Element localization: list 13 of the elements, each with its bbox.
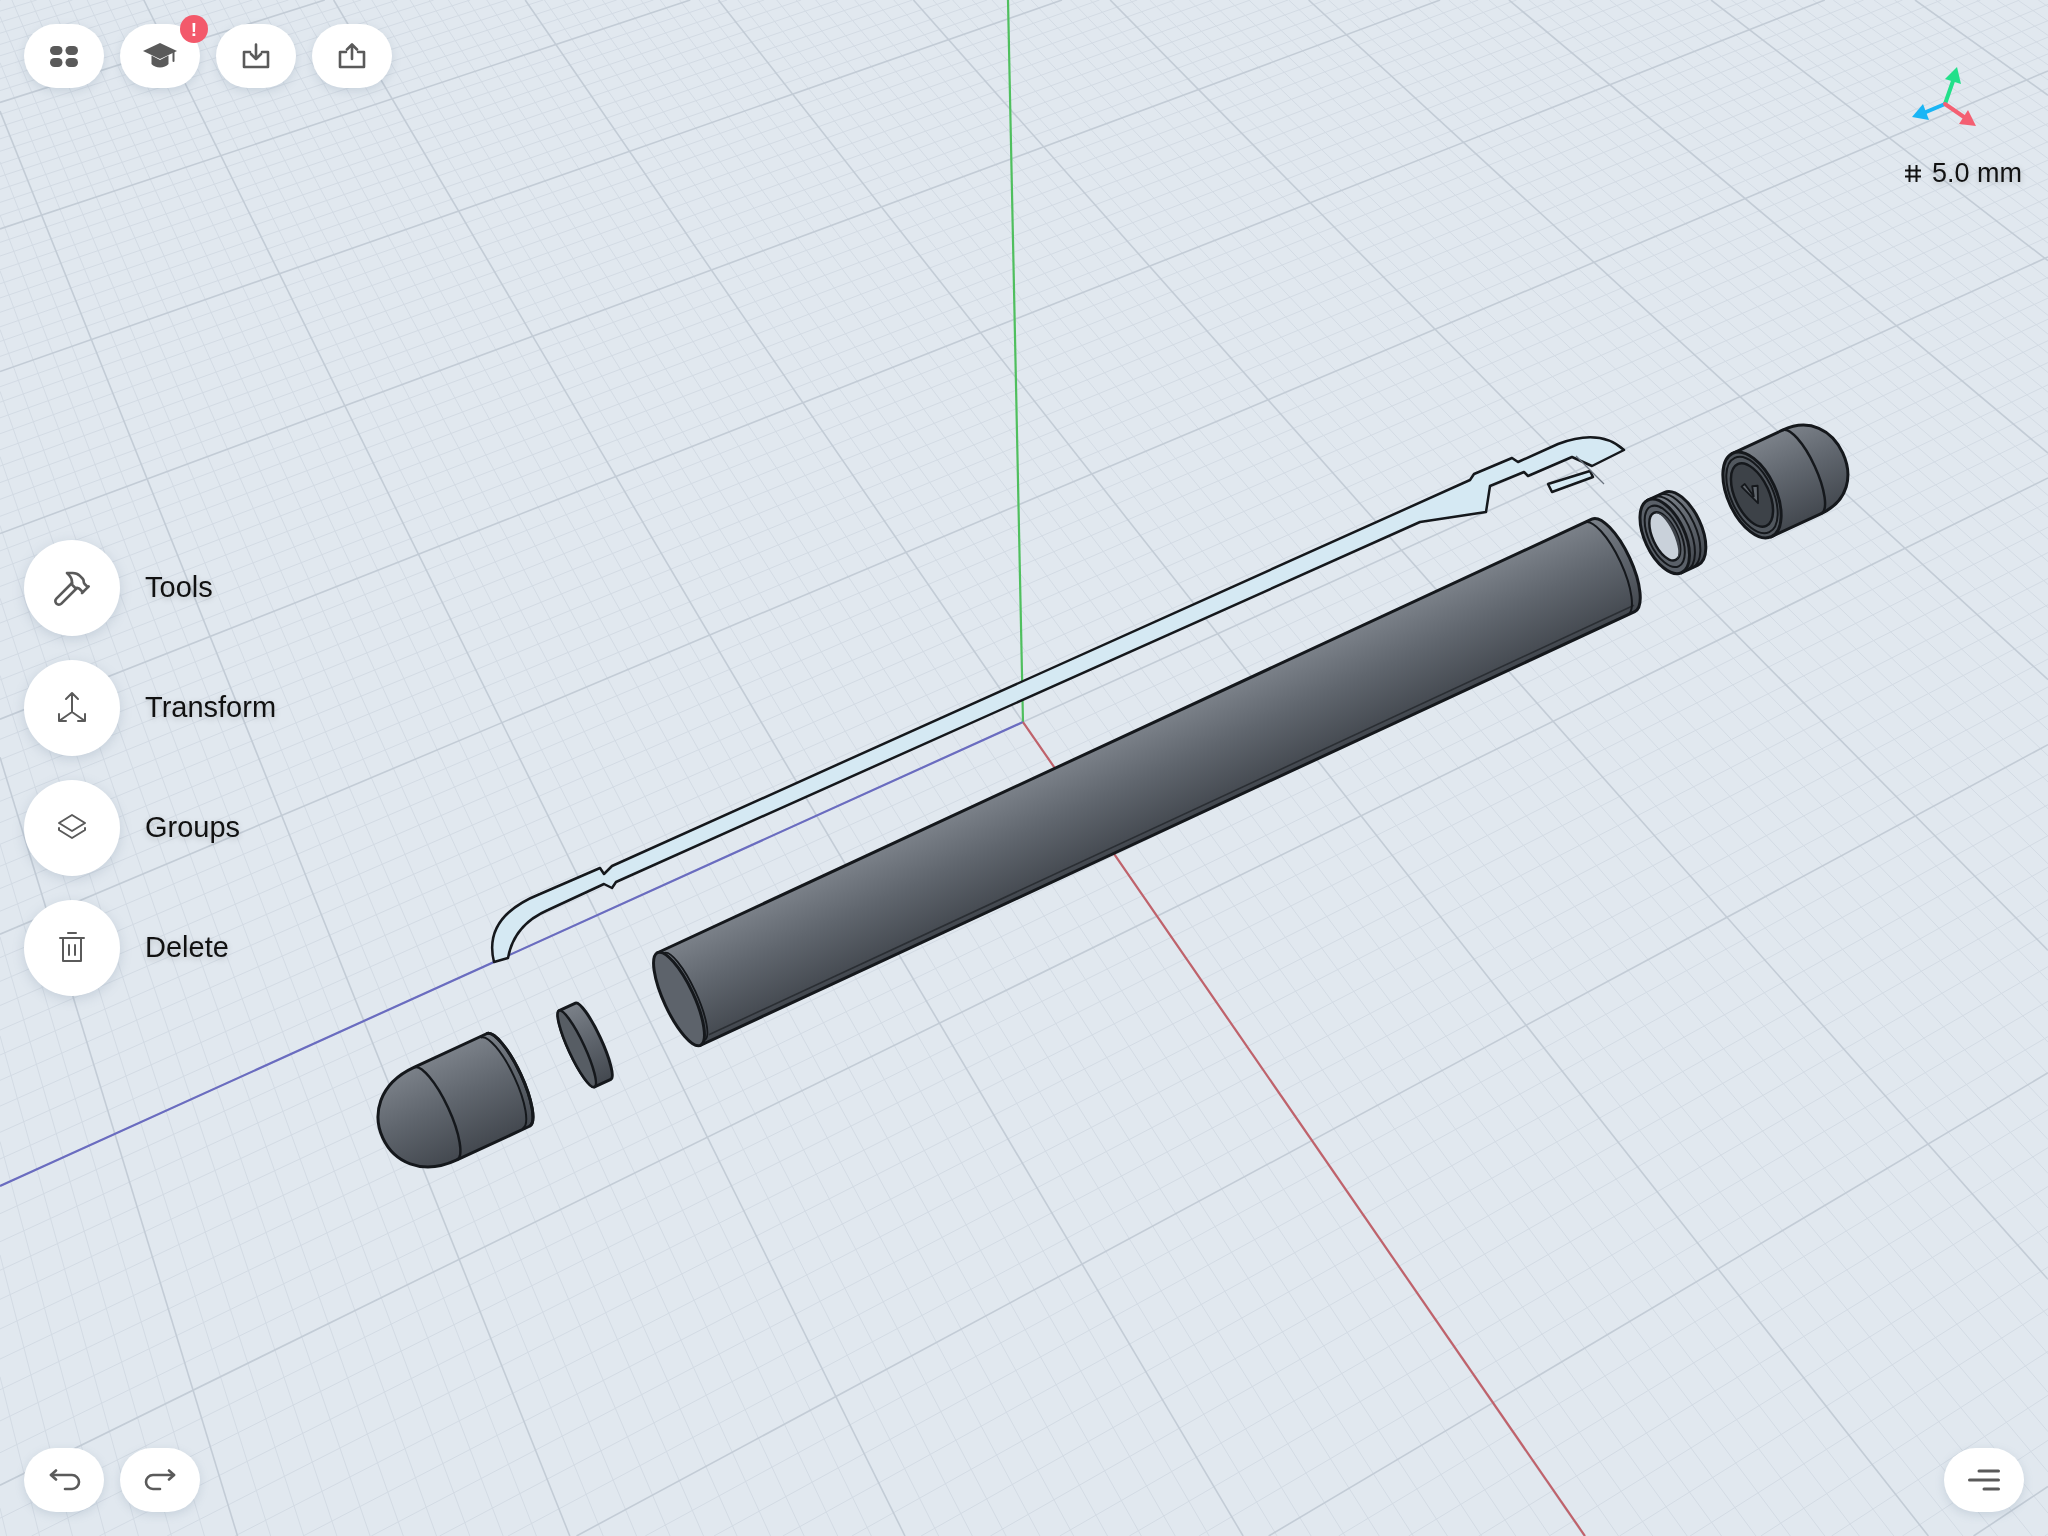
share-icon: [337, 43, 367, 69]
grid-size-label: 5.0 mm: [1931, 157, 2022, 189]
hash-icon: [1903, 163, 1922, 183]
transform-button[interactable]: Transform: [24, 660, 277, 756]
menu-icon: [1968, 1469, 2000, 1491]
delete-button[interactable]: Delete: [24, 900, 277, 996]
tools-button[interactable]: Tools: [24, 540, 277, 636]
graduation-cap-icon: [143, 43, 177, 69]
groups-button[interactable]: Groups: [24, 780, 277, 876]
download-icon: [241, 43, 271, 69]
apps-icon: [50, 45, 78, 67]
redo-icon: [143, 1469, 177, 1491]
undo-icon: [47, 1469, 81, 1491]
